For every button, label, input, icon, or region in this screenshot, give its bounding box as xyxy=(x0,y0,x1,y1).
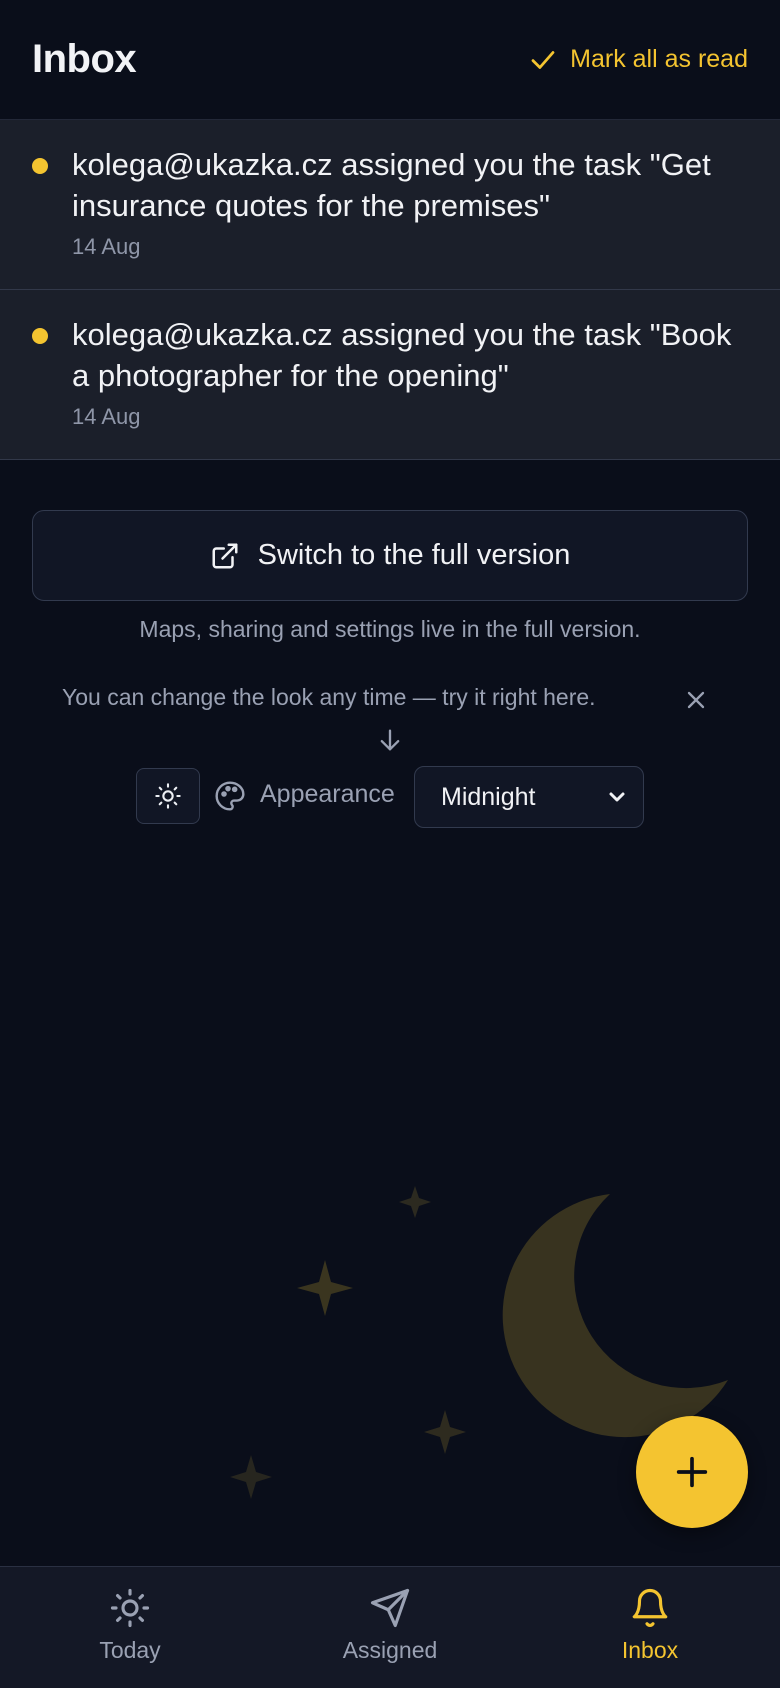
tip-text: You can change the look any time — try i… xyxy=(62,684,596,710)
star-decoration xyxy=(230,1455,272,1499)
star-decoration xyxy=(424,1410,466,1454)
notification-text: kolega@ukazka.cz assigned you the task "… xyxy=(72,147,711,223)
notification-date: 14 Aug xyxy=(72,404,141,429)
app-header: Inbox Mark all as read xyxy=(0,0,780,120)
palette-icon xyxy=(215,781,245,811)
arrow-down-icon xyxy=(380,729,400,751)
close-icon[interactable] xyxy=(682,686,710,714)
nav-label-today: Today xyxy=(99,1637,161,1663)
notification-text: kolega@ukazka.cz assigned you the task "… xyxy=(72,317,732,393)
chevron-down-icon xyxy=(609,792,625,802)
sun-icon xyxy=(110,1588,150,1628)
add-task-button[interactable] xyxy=(636,1416,748,1528)
notification-item[interactable]: kolega@ukazka.cz assigned you the task "… xyxy=(0,290,780,460)
nav-item-assigned[interactable]: Assigned xyxy=(260,1567,520,1688)
switch-full-version-label: Switch to the full version xyxy=(257,539,571,571)
switch-full-version-button[interactable]: Switch to the full version xyxy=(32,510,748,601)
bell-icon xyxy=(632,1589,668,1627)
send-icon xyxy=(370,1588,410,1628)
nav-item-inbox[interactable]: Inbox xyxy=(520,1567,780,1688)
appearance-label: Appearance xyxy=(260,780,395,808)
sun-icon xyxy=(155,783,181,809)
moon-decoration xyxy=(502,1194,728,1438)
mark-all-read-label: Mark all as read xyxy=(570,45,748,73)
mark-all-read-button[interactable]: Mark all as read xyxy=(528,45,748,75)
theme-select-value: Midnight xyxy=(441,782,536,811)
nav-label-assigned: Assigned xyxy=(342,1637,438,1663)
notification-item[interactable]: kolega@ukazka.cz assigned you the task "… xyxy=(0,120,780,290)
full-version-note: Maps, sharing and settings live in the f… xyxy=(139,616,641,642)
unread-dot-icon xyxy=(32,158,48,174)
star-decoration xyxy=(297,1260,353,1316)
plus-icon xyxy=(676,1456,708,1488)
theme-select[interactable]: Midnight xyxy=(414,766,644,828)
star-decoration xyxy=(399,1186,431,1218)
inbox-page: Inbox Mark all as read kolega@ukazka.cz … xyxy=(0,0,780,1688)
notification-date: 14 Aug xyxy=(72,234,141,259)
appearance-tip: You can change the look any time — try i… xyxy=(0,680,780,720)
light-mode-toggle[interactable] xyxy=(136,768,200,824)
nav-item-today[interactable]: Today xyxy=(0,1567,260,1688)
bottom-nav: Today Assigned Inbox xyxy=(0,1566,780,1688)
check-icon xyxy=(531,50,555,69)
nav-label-inbox: Inbox xyxy=(621,1637,679,1663)
notification-list: kolega@ukazka.cz assigned you the task "… xyxy=(0,120,780,460)
page-title: Inbox xyxy=(32,37,137,81)
unread-dot-icon xyxy=(32,328,48,344)
external-link-icon xyxy=(212,543,238,568)
